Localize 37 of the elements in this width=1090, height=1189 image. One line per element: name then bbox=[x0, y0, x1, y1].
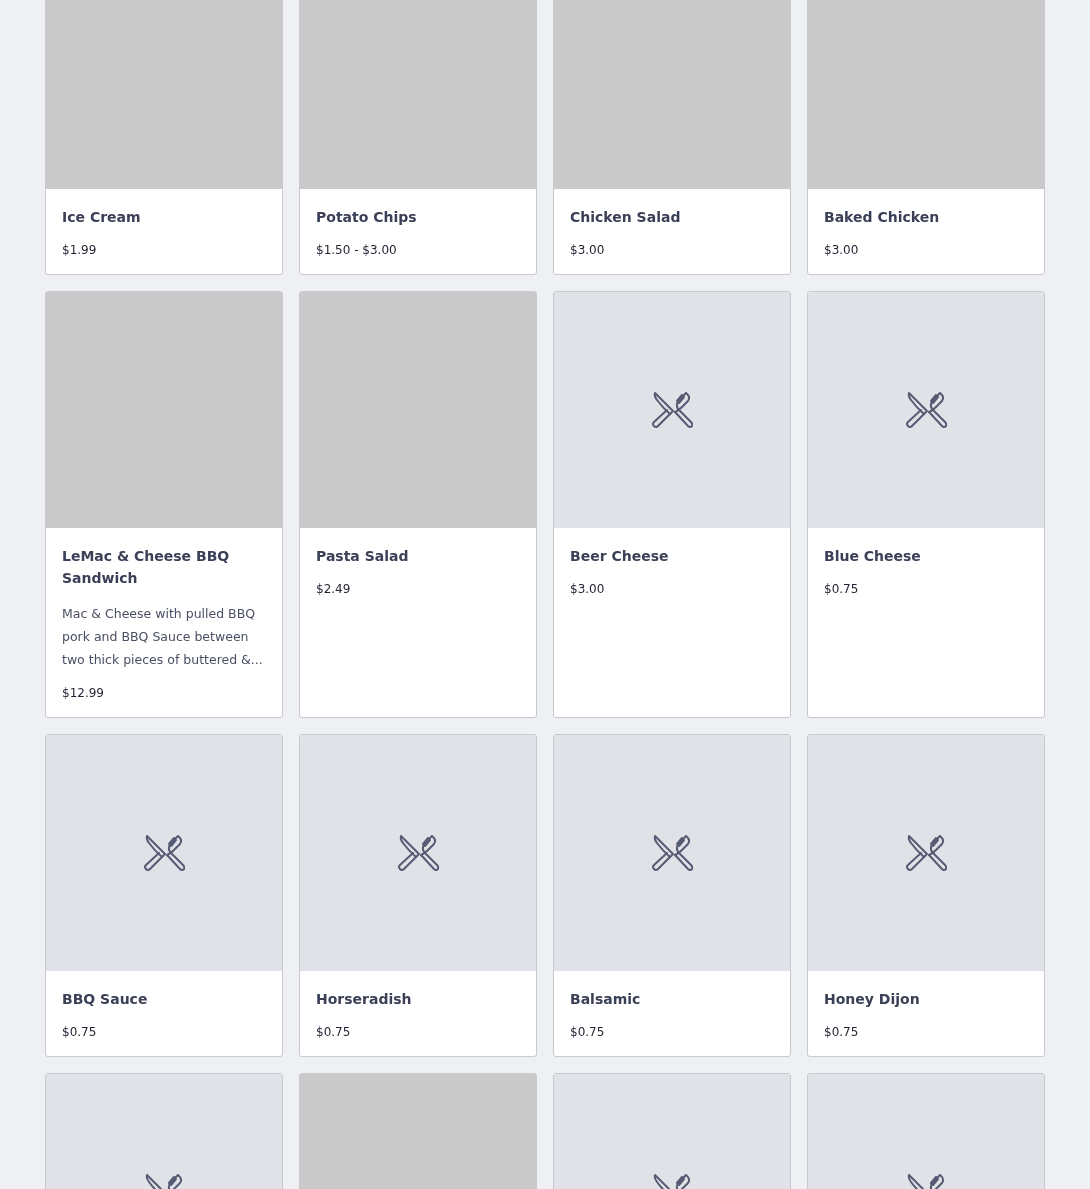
item-name: Potato Chips bbox=[316, 208, 418, 227]
item-price: $0.75 bbox=[570, 1024, 606, 1041]
menu-item-card[interactable]: LeMac & Cheese BBQ Sandwich Mac & Cheese with pulled BBQ pork and BBQ Sauce between two thick pieces of buttered &... $12.99 bbox=[45, 291, 283, 718]
item-name: Chicken Salad bbox=[570, 208, 682, 227]
menu-item-card[interactable]: Ice Cream $1.99 bbox=[45, 0, 283, 275]
item-price: $1.99 bbox=[62, 242, 98, 259]
item-name: LeMac & Cheese BBQ Sandwich bbox=[62, 547, 231, 588]
menu-item-card[interactable]: Beer Cheese $3.00 bbox=[553, 291, 791, 718]
menu-item-card[interactable]: Chicken Salad $3.00 bbox=[553, 0, 791, 275]
item-price: $0.75 bbox=[62, 1024, 98, 1041]
item-name: Honey Dijon bbox=[824, 990, 921, 1009]
item-name: Beer Cheese bbox=[570, 547, 670, 566]
item-price: $3.00 bbox=[570, 242, 606, 259]
menu-item-card[interactable]: Honey Dijon $0.75 bbox=[807, 734, 1045, 1057]
menu-item-card[interactable]: Blue Cheese $0.75 bbox=[807, 291, 1045, 718]
menu-item-card[interactable]: Pasta Salad $2.49 bbox=[299, 291, 537, 718]
item-price: $12.99 bbox=[62, 685, 105, 702]
item-price: $3.00 bbox=[570, 581, 606, 598]
item-price: $1.50 - $3.00 bbox=[316, 242, 398, 259]
item-name: Balsamic bbox=[570, 990, 642, 1009]
menu-item-card[interactable]: Baked Chicken $3.00 bbox=[807, 0, 1045, 275]
item-name: BBQ Sauce bbox=[62, 990, 149, 1009]
item-price: $0.75 bbox=[824, 1024, 860, 1041]
menu-item-card[interactable]: Potato Chips $1.50 - $3.00 bbox=[299, 0, 537, 275]
item-price: $0.75 bbox=[824, 581, 860, 598]
item-price: $2.49 bbox=[316, 581, 352, 598]
item-price: $0.75 bbox=[316, 1024, 352, 1041]
item-name: Blue Cheese bbox=[824, 547, 922, 566]
item-name: Pasta Salad bbox=[316, 547, 410, 566]
item-name: Ice Cream bbox=[62, 208, 142, 227]
menu-item-card[interactable]: BBQ Sauce $0.75 bbox=[45, 734, 283, 1057]
item-description: Mac & Cheese with pulled BBQ pork and BBQ Sauce between two thick pieces of buttered &... bbox=[62, 605, 264, 669]
item-name: Horseradish bbox=[316, 990, 413, 1009]
menu-item-card[interactable]: Horseradish $0.75 bbox=[299, 734, 537, 1057]
menu-item-card[interactable]: Balsamic $0.75 bbox=[553, 734, 791, 1057]
item-price: $3.00 bbox=[824, 242, 860, 259]
item-name: Baked Chicken bbox=[824, 208, 941, 227]
